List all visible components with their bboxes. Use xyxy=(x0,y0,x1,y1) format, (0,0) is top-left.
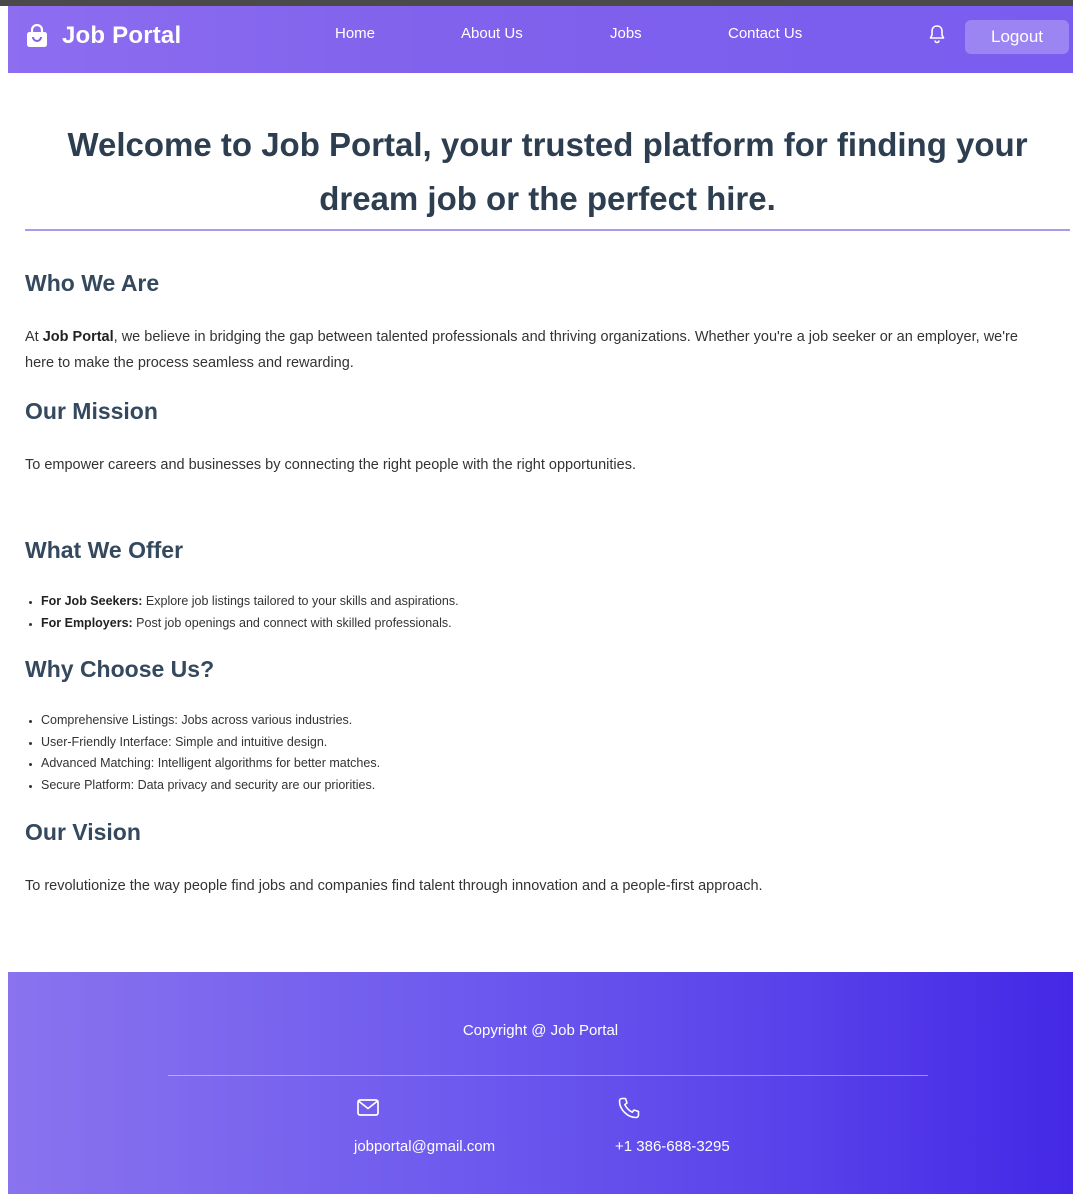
footer: Copyright @ Job Portal jobportal@gmail.c… xyxy=(8,972,1073,1194)
nav-link-jobs[interactable]: Jobs xyxy=(610,25,642,42)
phone-link[interactable]: +1 386-688-3295 xyxy=(615,1138,730,1155)
offer-text: Explore job listings tailored to your sk… xyxy=(142,594,459,608)
nav-links: Home About Us Jobs Contact Us xyxy=(8,6,1073,73)
who-we-are-body: , we believe in bridging the gap between… xyxy=(25,329,1018,371)
who-we-are-brand: Job Portal xyxy=(42,329,114,345)
phone-icon xyxy=(618,1097,640,1119)
copyright-text: Copyright @ Job Portal xyxy=(462,1022,619,1039)
section-heading-mission: Our Mission xyxy=(25,398,158,424)
title-divider xyxy=(25,229,1070,231)
nav-link-home[interactable]: Home xyxy=(335,25,375,42)
list-item: Advanced Matching: Intelligent algorithm… xyxy=(25,753,380,775)
bell-icon[interactable] xyxy=(928,24,946,44)
section-heading-offer: What We Offer xyxy=(25,537,184,563)
navbar: Job Portal Home About Us Jobs Contact Us… xyxy=(8,6,1073,73)
email-link[interactable]: jobportal@gmail.com xyxy=(354,1138,495,1155)
why-list: Comprehensive Listings: Jobs across vari… xyxy=(25,710,380,796)
list-item: User-Friendly Interface: Simple and intu… xyxy=(25,732,380,754)
contact-email: jobportal@gmail.com xyxy=(354,1096,495,1155)
logout-button[interactable]: Logout xyxy=(965,20,1069,54)
who-we-are-text: At Job Portal, we believe in bridging th… xyxy=(25,324,1035,376)
who-we-are-prefix: At xyxy=(25,329,43,345)
section-heading-why: Why Choose Us? xyxy=(25,656,215,682)
list-item: Comprehensive Listings: Jobs across vari… xyxy=(25,710,380,732)
list-item: Secure Platform: Data privacy and securi… xyxy=(25,775,380,797)
offer-text: Post job openings and connect with skill… xyxy=(132,615,452,630)
offer-label: For Employers: xyxy=(41,615,133,630)
list-item: For Job Seekers: Explore job listings ta… xyxy=(25,591,459,613)
section-heading-vision: Our Vision xyxy=(25,819,141,845)
page-title: Welcome to Job Portal, your trusted plat… xyxy=(67,126,1028,217)
offer-list: For Job Seekers: Explore job listings ta… xyxy=(25,591,459,634)
footer-divider xyxy=(168,1075,928,1076)
offer-label: For Job Seekers: xyxy=(41,594,143,608)
vision-text: To revolutionize the way people find job… xyxy=(25,878,763,894)
mission-text: To empower careers and businesses by con… xyxy=(25,457,636,473)
nav-link-contact-us[interactable]: Contact Us xyxy=(728,25,802,42)
nav-link-about-us[interactable]: About Us xyxy=(461,25,523,42)
contact-phone: +1 386-688-3295 xyxy=(615,1096,730,1155)
mail-icon xyxy=(357,1099,379,1116)
list-item: For Employers: Post job openings and con… xyxy=(25,613,459,635)
section-heading-who-we-are: Who We Are xyxy=(25,270,160,296)
